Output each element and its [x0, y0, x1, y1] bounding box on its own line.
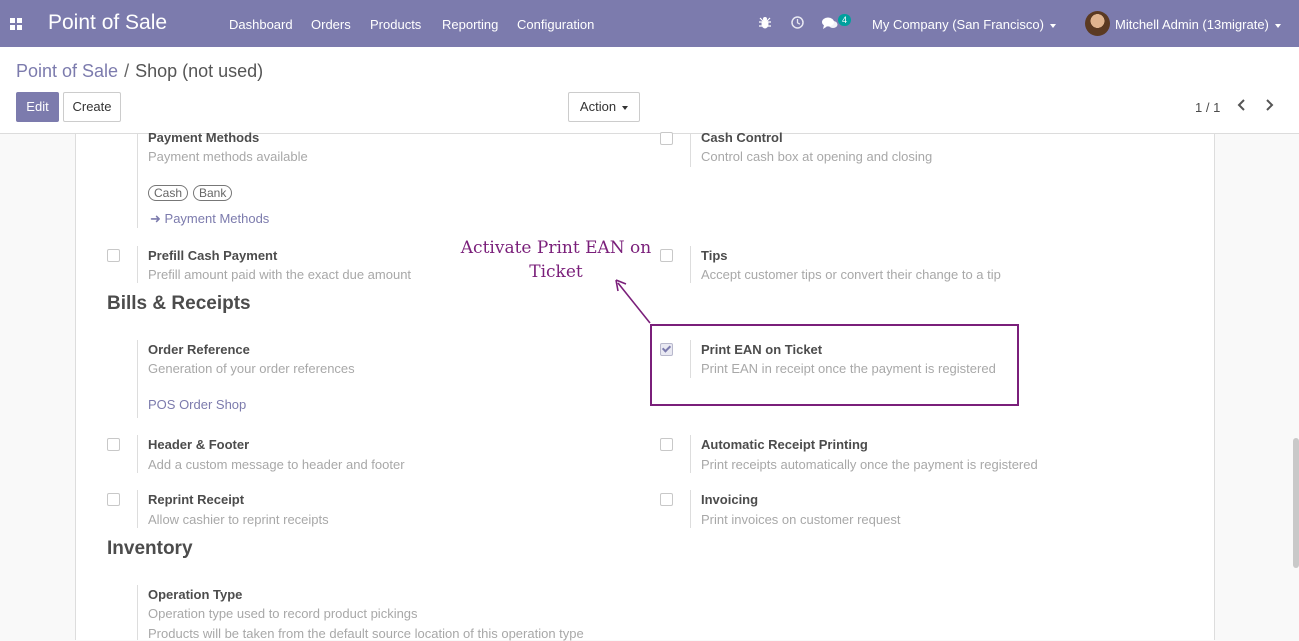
- user-avatar[interactable]: [1085, 11, 1110, 36]
- invoicing-desc: Print invoices on customer request: [701, 512, 901, 527]
- auto-receipt-label: Automatic Receipt Printing: [701, 437, 868, 452]
- user-menu[interactable]: Mitchell Admin (13migrate): [1115, 17, 1281, 32]
- header-footer-label: Header & Footer: [148, 437, 250, 452]
- apps-menu-icon[interactable]: [10, 18, 22, 30]
- company-switcher[interactable]: My Company (San Francisco): [872, 17, 1056, 32]
- cash-control-desc: Control cash box at opening and closing: [701, 149, 933, 164]
- setting-divider: [137, 134, 138, 228]
- pager-previous-icon[interactable]: [1235, 97, 1249, 113]
- chevron-down-icon: [622, 105, 629, 110]
- cash-control-label: Cash Control: [701, 130, 783, 145]
- setting-divider: [690, 134, 691, 167]
- tips-label: Tips: [701, 248, 728, 263]
- setting-divider: [137, 585, 138, 640]
- activity-clock-icon[interactable]: [791, 16, 804, 29]
- create-button[interactable]: Create: [63, 92, 121, 122]
- order-reference-label: Order Reference: [148, 342, 250, 357]
- operation-type-desc-2: Products will be taken from the default …: [148, 626, 584, 641]
- payment-methods-label: Payment Methods: [148, 130, 260, 145]
- messages-chat-icon[interactable]: [822, 17, 838, 30]
- cash-control-checkbox[interactable]: [660, 132, 673, 145]
- header-footer-checkbox[interactable]: [107, 438, 120, 451]
- section-bills-receipts: Bills & Receipts: [107, 293, 251, 314]
- tips-desc: Accept customer tips or convert their ch…: [701, 267, 1001, 282]
- menu-products[interactable]: Products: [370, 17, 421, 32]
- setting-divider: [137, 340, 138, 418]
- payment-methods-link-label: Payment Methods: [164, 211, 270, 226]
- operation-type-desc: Operation type used to record product pi…: [148, 606, 418, 621]
- reprint-receipt-desc: Allow cashier to reprint receipts: [148, 512, 329, 527]
- form-sheet: [75, 134, 1215, 640]
- breadcrumb: Point of Sale / Shop (not used): [16, 61, 263, 82]
- section-inventory: Inventory: [107, 538, 193, 559]
- setting-divider: [690, 490, 691, 528]
- menu-configuration[interactable]: Configuration: [517, 17, 594, 32]
- order-reference-link[interactable]: POS Order Shop: [148, 397, 246, 412]
- breadcrumb-parent-link[interactable]: Point of Sale: [16, 61, 118, 81]
- control-panel: Point of Sale / Shop (not used) Edit Creat…: [0, 47, 1299, 134]
- prefill-cash-desc: Prefill amount paid with the exact due a…: [148, 267, 412, 282]
- reprint-receipt-label: Reprint Receipt: [148, 492, 245, 507]
- setting-divider: [137, 435, 138, 473]
- action-dropdown[interactable]: Action: [568, 92, 640, 122]
- payment-methods-desc: Payment methods available: [148, 149, 308, 164]
- auto-receipt-checkbox[interactable]: [660, 438, 673, 451]
- auto-receipt-desc: Print receipts automatically once the pa…: [701, 457, 1038, 472]
- prefill-cash-label: Prefill Cash Payment: [148, 248, 278, 263]
- pager-value[interactable]: 1 / 1: [1195, 100, 1220, 115]
- breadcrumb-current: Shop (not used): [135, 61, 264, 81]
- pager-next-icon[interactable]: [1262, 97, 1276, 113]
- tips-checkbox[interactable]: [660, 249, 673, 262]
- chevron-down-icon: [1274, 23, 1281, 28]
- app-title[interactable]: Point of Sale: [48, 11, 167, 35]
- setting-divider: [690, 435, 691, 473]
- payment-tag-bank[interactable]: Bank: [193, 185, 233, 201]
- order-reference-desc: Generation of your order references: [148, 361, 355, 376]
- invoicing-checkbox[interactable]: [660, 493, 673, 506]
- debug-bug-icon[interactable]: [759, 16, 771, 29]
- top-navbar: Point of Sale Dashboard Orders Products …: [0, 0, 1299, 47]
- payment-methods-link[interactable]: ➜ Payment Methods: [150, 211, 269, 227]
- menu-orders[interactable]: Orders: [311, 17, 351, 32]
- chevron-down-icon: [1049, 23, 1056, 28]
- scrollbar[interactable]: [1293, 438, 1299, 568]
- setting-divider: [137, 246, 138, 283]
- company-name: My Company (San Francisco): [872, 17, 1044, 32]
- header-footer-desc: Add a custom message to header and foote…: [148, 457, 405, 472]
- payment-tag-cash[interactable]: Cash: [148, 185, 189, 201]
- setting-divider: [137, 490, 138, 528]
- breadcrumb-separator: /: [124, 61, 130, 81]
- annotation-arrow-icon: [615, 279, 651, 324]
- setting-divider: [690, 246, 691, 283]
- menu-reporting[interactable]: Reporting: [442, 17, 498, 32]
- edit-button[interactable]: Edit: [16, 92, 59, 122]
- arrow-right-icon: ➜: [150, 211, 161, 226]
- menu-dashboard[interactable]: Dashboard: [229, 17, 293, 32]
- invoicing-label: Invoicing: [701, 492, 759, 507]
- user-name: Mitchell Admin (13migrate): [1115, 17, 1269, 32]
- operation-type-label: Operation Type: [148, 587, 243, 602]
- action-label: Action: [579, 99, 617, 114]
- highlight-box: [650, 324, 1019, 406]
- reprint-receipt-checkbox[interactable]: [107, 493, 120, 506]
- prefill-cash-checkbox[interactable]: [107, 249, 120, 262]
- chat-count-badge: 4: [838, 14, 852, 26]
